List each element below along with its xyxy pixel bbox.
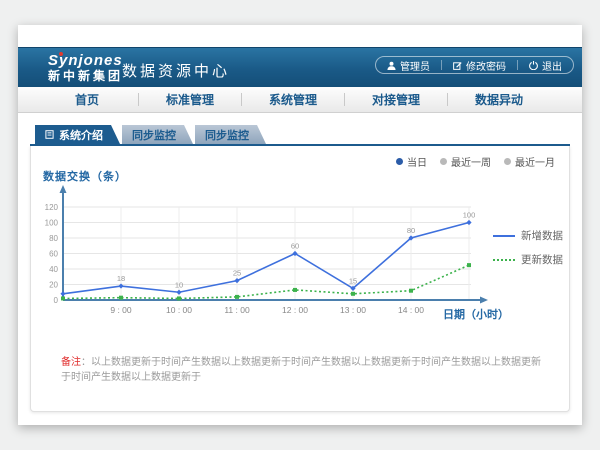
svg-text:80: 80 xyxy=(407,226,415,235)
main-nav: 首页 标准管理 系统管理 对接管理 数据异动 xyxy=(18,87,582,113)
change-password-label: 修改密码 xyxy=(466,58,506,73)
company-logo: Synjones 新中新集团 xyxy=(48,52,123,83)
svg-text:12 : 00: 12 : 00 xyxy=(282,305,308,315)
tab-system-intro[interactable]: 系统介绍 xyxy=(35,125,120,144)
footer-note: 备注：以上数据更新于时间产生数据以上数据更新于时间产生数据以上数据更新于时间产生… xyxy=(61,355,543,385)
svg-text:10 : 00: 10 : 00 xyxy=(166,305,192,315)
tab-bar: 系统介绍 同步监控 同步监控 xyxy=(35,125,266,144)
chart-legend: 新增数据 更新数据 xyxy=(493,228,563,276)
tab-label: 系统介绍 xyxy=(59,127,103,143)
radio-label: 当日 xyxy=(407,154,427,169)
tab-label: 同步监控 xyxy=(205,127,249,143)
nav-item-interface-management[interactable]: 对接管理 xyxy=(345,91,447,108)
user-account-label: 管理员 xyxy=(400,58,430,73)
tab-sync-monitor-2[interactable]: 同步监控 xyxy=(195,125,266,144)
document-icon xyxy=(45,130,54,139)
change-password-button[interactable]: 修改密码 xyxy=(442,58,517,73)
page-title: 数据资源中心 xyxy=(122,60,230,81)
nav-item-home[interactable]: 首页 xyxy=(36,91,138,108)
note-body: ：以上数据更新于时间产生数据以上数据更新于时间产生数据以上数据更新于时间产生数据… xyxy=(61,357,541,383)
legend-item-updated-data[interactable]: 更新数据 xyxy=(493,252,563,267)
radio-last-month[interactable]: 最近一月 xyxy=(504,154,555,169)
svg-text:40: 40 xyxy=(49,265,58,274)
chart-y-axis-title: 数据交换（条） xyxy=(43,168,127,184)
power-icon xyxy=(529,61,538,70)
logout-button[interactable]: 退出 xyxy=(518,58,573,73)
user-toolbar: 管理员 修改密码 退出 xyxy=(375,56,574,74)
desktop-background: { "header": { "logo_name": "Synjones", "… xyxy=(0,0,600,450)
logo-red-dot-icon xyxy=(59,52,63,56)
nav-item-data-change[interactable]: 数据异动 xyxy=(448,91,550,108)
line-chart: 0 20 40 60 80 100 120 9 : 00 10 : 00 11 : 00 12 : … xyxy=(37,183,497,325)
svg-text:15: 15 xyxy=(349,276,357,285)
svg-text:10: 10 xyxy=(175,280,183,289)
user-account-button[interactable]: 管理员 xyxy=(376,58,441,73)
svg-text:11 : 00: 11 : 00 xyxy=(224,305,250,315)
svg-text:13 : 00: 13 : 00 xyxy=(340,305,366,315)
tab-label: 同步监控 xyxy=(132,127,176,143)
svg-text:60: 60 xyxy=(49,250,58,259)
svg-text:0: 0 xyxy=(54,296,59,305)
svg-text:20: 20 xyxy=(49,281,58,290)
legend-label: 更新数据 xyxy=(521,252,563,267)
svg-text:25: 25 xyxy=(233,269,241,278)
radio-dot xyxy=(504,158,511,165)
logout-label: 退出 xyxy=(542,58,562,73)
content-panel: 当日 最近一周 最近一月 数据交换（条） 0 20 40 60 80 100 120 9 : … xyxy=(30,146,570,412)
tab-sync-monitor-1[interactable]: 同步监控 xyxy=(122,125,193,144)
legend-label: 新增数据 xyxy=(521,228,563,243)
legend-line-swatch xyxy=(493,235,515,237)
svg-text:100: 100 xyxy=(45,219,59,228)
svg-text:18: 18 xyxy=(117,274,125,283)
svg-text:80: 80 xyxy=(49,234,58,243)
svg-text:14 : 00: 14 : 00 xyxy=(398,305,424,315)
time-range-filter: 当日 最近一周 最近一月 xyxy=(396,154,555,169)
user-icon xyxy=(387,61,396,70)
radio-label: 最近一周 xyxy=(451,154,491,169)
radio-dot xyxy=(440,158,447,165)
note-prefix: 备注 xyxy=(61,357,81,368)
nav-item-standard-management[interactable]: 标准管理 xyxy=(139,91,241,108)
nav-item-system-management[interactable]: 系统管理 xyxy=(242,91,344,108)
app-header: Synjones 新中新集团 数据资源中心 管理员 修改密码 xyxy=(18,47,582,87)
chart-x-axis-title: 日期（小时） xyxy=(443,306,509,322)
svg-text:9 : 00: 9 : 00 xyxy=(110,305,132,315)
legend-item-new-data[interactable]: 新增数据 xyxy=(493,228,563,243)
svg-text:120: 120 xyxy=(45,203,59,212)
radio-today[interactable]: 当日 xyxy=(396,154,427,169)
radio-dot xyxy=(396,158,403,165)
svg-text:100: 100 xyxy=(463,211,476,220)
legend-line-swatch xyxy=(493,259,515,261)
logo-company-text: 新中新集团 xyxy=(48,70,123,83)
edit-icon xyxy=(453,61,462,70)
svg-text:60: 60 xyxy=(291,242,299,251)
radio-last-week[interactable]: 最近一周 xyxy=(440,154,491,169)
radio-label: 最近一月 xyxy=(515,154,555,169)
app-window: Synjones 新中新集团 数据资源中心 管理员 修改密码 xyxy=(18,25,582,425)
